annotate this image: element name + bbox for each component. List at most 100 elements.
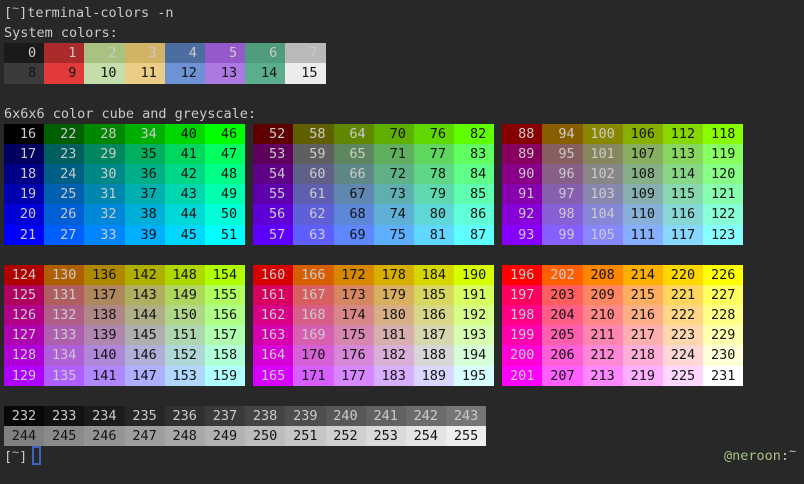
color-cell-102: 102 bbox=[583, 164, 623, 184]
color-cell-228: 228 bbox=[703, 305, 743, 325]
color-cell-30: 30 bbox=[84, 164, 124, 184]
color-cell-197: 197 bbox=[502, 285, 542, 305]
color-cell-101: 101 bbox=[583, 144, 623, 164]
color-cell-203: 203 bbox=[542, 285, 582, 305]
color-cell-156: 156 bbox=[205, 305, 245, 325]
color-cell-78: 78 bbox=[414, 164, 454, 184]
color-cell-163: 163 bbox=[253, 325, 293, 345]
color-cell-53: 53 bbox=[253, 144, 293, 164]
color-cell-117: 117 bbox=[663, 225, 703, 245]
color-cell-90: 90 bbox=[502, 164, 542, 184]
color-cell-218: 218 bbox=[623, 345, 663, 365]
color-cell-27: 27 bbox=[44, 225, 84, 245]
color-cell-22: 22 bbox=[44, 124, 84, 144]
color-cell-251: 251 bbox=[285, 426, 325, 446]
color-cell-47: 47 bbox=[205, 144, 245, 164]
color-cell-123: 123 bbox=[703, 225, 743, 245]
color-cell-168: 168 bbox=[293, 305, 333, 325]
prompt-bracket-open: [ bbox=[4, 5, 12, 21]
color-cell-109: 109 bbox=[623, 184, 663, 204]
color-cell-96: 96 bbox=[542, 164, 582, 184]
color-cell-97: 97 bbox=[542, 184, 582, 204]
system-color-4: 4 bbox=[165, 43, 205, 63]
color-cell-143: 143 bbox=[125, 285, 165, 305]
color-cell-204: 204 bbox=[542, 305, 582, 325]
color-cell-61: 61 bbox=[293, 184, 333, 204]
color-cell-184: 184 bbox=[414, 265, 454, 285]
color-cell-80: 80 bbox=[414, 204, 454, 224]
color-cell-229: 229 bbox=[703, 325, 743, 345]
system-color-15: 15 bbox=[285, 63, 325, 83]
color-cell-67: 67 bbox=[334, 184, 374, 204]
color-cell-187: 187 bbox=[414, 325, 454, 345]
color-cell-17: 17 bbox=[4, 144, 44, 164]
prompt-tilde: ~ bbox=[12, 1, 19, 15]
color-cell-216: 216 bbox=[623, 305, 663, 325]
color-cell-191: 191 bbox=[454, 285, 494, 305]
color-cell-135: 135 bbox=[44, 366, 84, 386]
color-cell-72: 72 bbox=[374, 164, 414, 184]
color-cell-236: 236 bbox=[165, 406, 205, 426]
system-colors-row-1: 01234567 bbox=[4, 43, 804, 63]
color-cell-130: 130 bbox=[44, 265, 84, 285]
color-cell-45: 45 bbox=[165, 225, 205, 245]
color-cell-246: 246 bbox=[84, 426, 124, 446]
color-cell-73: 73 bbox=[374, 184, 414, 204]
color-cell-41: 41 bbox=[165, 144, 205, 164]
color-cell-148: 148 bbox=[165, 265, 205, 285]
prompt-command: terminal-colors -n bbox=[27, 5, 173, 21]
color-cell-155: 155 bbox=[205, 285, 245, 305]
color-cell-224: 224 bbox=[663, 345, 703, 365]
color-cell-71: 71 bbox=[374, 144, 414, 164]
color-cell-19: 19 bbox=[4, 184, 44, 204]
color-cell-60: 60 bbox=[293, 164, 333, 184]
color-cell-244: 244 bbox=[4, 426, 44, 446]
color-cell-186: 186 bbox=[414, 305, 454, 325]
color-cell-25: 25 bbox=[44, 184, 84, 204]
color-cell-62: 62 bbox=[293, 204, 333, 224]
color-cell-75: 75 bbox=[374, 225, 414, 245]
system-color-14: 14 bbox=[245, 63, 285, 83]
color-cell-149: 149 bbox=[165, 285, 205, 305]
terminal[interactable]: [~]terminal-colors -n System colors: 012… bbox=[0, 0, 804, 484]
color-cell-179: 179 bbox=[374, 285, 414, 305]
greyscale-row-1: 232233234235236237238239240241242243 bbox=[4, 406, 804, 426]
color-cell-44: 44 bbox=[165, 204, 205, 224]
color-cell-58: 58 bbox=[293, 124, 333, 144]
color-cell-193: 193 bbox=[454, 325, 494, 345]
color-cell-227: 227 bbox=[703, 285, 743, 305]
cube-band-bottom: 1241301361421481541251311371431491551261… bbox=[4, 265, 804, 386]
color-cell-221: 221 bbox=[663, 285, 703, 305]
color-cell-200: 200 bbox=[502, 345, 542, 365]
system-color-11: 11 bbox=[125, 63, 165, 83]
color-cell-245: 245 bbox=[44, 426, 84, 446]
blank-line bbox=[4, 386, 804, 406]
color-cell-212: 212 bbox=[583, 345, 623, 365]
color-cell-111: 111 bbox=[623, 225, 663, 245]
color-cell-161: 161 bbox=[253, 285, 293, 305]
color-cell-36: 36 bbox=[125, 164, 165, 184]
color-cell-157: 157 bbox=[205, 325, 245, 345]
color-cell-93: 93 bbox=[502, 225, 542, 245]
system-color-8: 8 bbox=[4, 63, 44, 83]
color-cell-237: 237 bbox=[205, 406, 245, 426]
prompt-bracket-open: [ bbox=[4, 449, 12, 465]
color-cell-121: 121 bbox=[703, 184, 743, 204]
color-cell-106: 106 bbox=[623, 124, 663, 144]
color-cell-178: 178 bbox=[374, 265, 414, 285]
color-cell-112: 112 bbox=[663, 124, 703, 144]
color-cell-152: 152 bbox=[165, 345, 205, 365]
color-cell-215: 215 bbox=[623, 285, 663, 305]
color-cell-63: 63 bbox=[293, 225, 333, 245]
color-cell-29: 29 bbox=[84, 144, 124, 164]
color-cell-207: 207 bbox=[542, 366, 582, 386]
color-cell-254: 254 bbox=[406, 426, 446, 446]
color-cell-68: 68 bbox=[334, 204, 374, 224]
cube-title: 6x6x6 color cube and greyscale: bbox=[4, 104, 804, 124]
color-cell-173: 173 bbox=[334, 285, 374, 305]
color-cell-87: 87 bbox=[454, 225, 494, 245]
color-cell-183: 183 bbox=[374, 366, 414, 386]
system-color-0: 0 bbox=[4, 43, 44, 63]
color-cell-252: 252 bbox=[326, 426, 366, 446]
color-cell-40: 40 bbox=[165, 124, 205, 144]
